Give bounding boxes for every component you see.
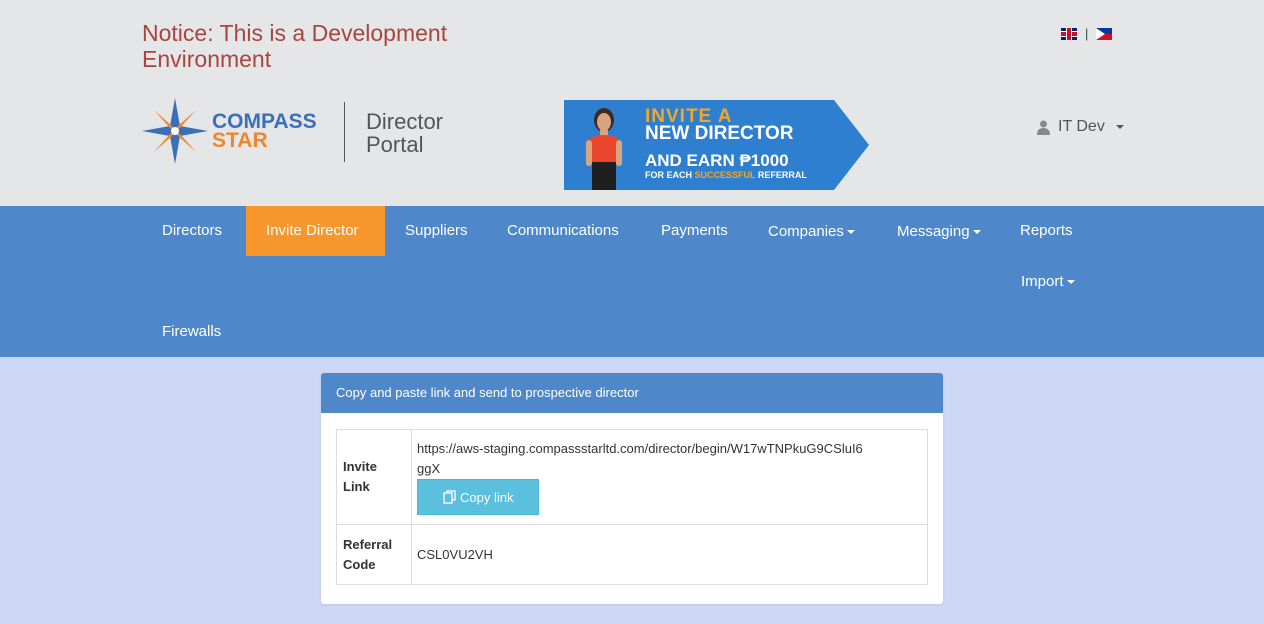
nav-communications[interactable]: Communications	[487, 206, 639, 256]
dev-notice: Notice: This is a Development Environmen…	[142, 20, 448, 72]
nav-firewalls[interactable]: Firewalls	[142, 307, 241, 357]
logo-divider	[344, 102, 345, 162]
invite-director-banner[interactable]: INVITE A NEW DIRECTOR AND EARN ₱1000 FOR…	[564, 100, 869, 190]
banner-line2: NEW DIRECTOR	[645, 123, 794, 144]
logo-line2: STAR	[212, 129, 268, 152]
invite-link-value[interactable]: https://aws-staging.compassstarltd.com/d…	[417, 439, 867, 479]
nav-invite-director[interactable]: Invite Director	[246, 206, 385, 256]
nav-companies[interactable]: Companies	[748, 207, 875, 257]
chevron-down-icon	[846, 230, 855, 235]
copy-link-button[interactable]: Copy link	[417, 479, 540, 515]
user-name: IT Dev	[1058, 118, 1105, 135]
main-content: Copy and paste link and send to prospect…	[0, 357, 1264, 624]
header: Notice: This is a Development Environmen…	[0, 0, 1264, 206]
banner-line3: AND EARN ₱1000	[645, 151, 789, 170]
chevron-down-icon	[1115, 125, 1124, 129]
lang-separator: |	[1085, 26, 1089, 41]
portal-line1: Director	[366, 109, 444, 134]
main-nav: Directors Invite Director Suppliers Comm…	[0, 206, 1264, 357]
banner-line4: FOR EACH SUCCESSFUL REFERRAL	[645, 170, 807, 180]
invite-table: Invite Link https://aws-staging.compasss…	[336, 429, 928, 585]
user-icon	[1037, 120, 1050, 135]
compass-star-icon	[142, 98, 208, 164]
nav-messaging[interactable]: Messaging	[877, 207, 1001, 257]
invite-panel: Copy and paste link and send to prospect…	[321, 373, 943, 604]
table-row: Referral Code CSL0VU2VH	[337, 524, 927, 584]
chevron-down-icon	[1066, 280, 1075, 285]
referral-code-label: Referral Code	[337, 525, 412, 584]
portal-title: Director Portal	[366, 110, 443, 156]
person-image-icon	[586, 108, 622, 190]
nav-suppliers[interactable]: Suppliers	[385, 206, 488, 256]
nav-directors[interactable]: Directors	[142, 206, 242, 256]
nav-reports[interactable]: Reports	[1000, 206, 1093, 256]
table-row: Invite Link https://aws-staging.compasss…	[337, 430, 927, 524]
panel-heading: Copy and paste link and send to prospect…	[321, 373, 943, 413]
chevron-down-icon	[972, 230, 981, 235]
uk-flag-icon[interactable]	[1061, 27, 1077, 40]
language-switcher: |	[1061, 26, 1113, 41]
user-menu[interactable]: IT Dev	[1037, 118, 1124, 136]
nav-import[interactable]: Import	[1001, 257, 1095, 307]
portal-line2: Portal	[366, 132, 424, 157]
nav-payments[interactable]: Payments	[641, 206, 748, 256]
compass-star-logo[interactable]: COMPASS STAR	[142, 98, 317, 164]
copy-icon	[443, 490, 456, 504]
ph-flag-icon[interactable]	[1096, 27, 1113, 40]
referral-code-value[interactable]: CSL0VU2VH	[412, 525, 927, 584]
invite-link-label: Invite Link	[337, 430, 412, 524]
